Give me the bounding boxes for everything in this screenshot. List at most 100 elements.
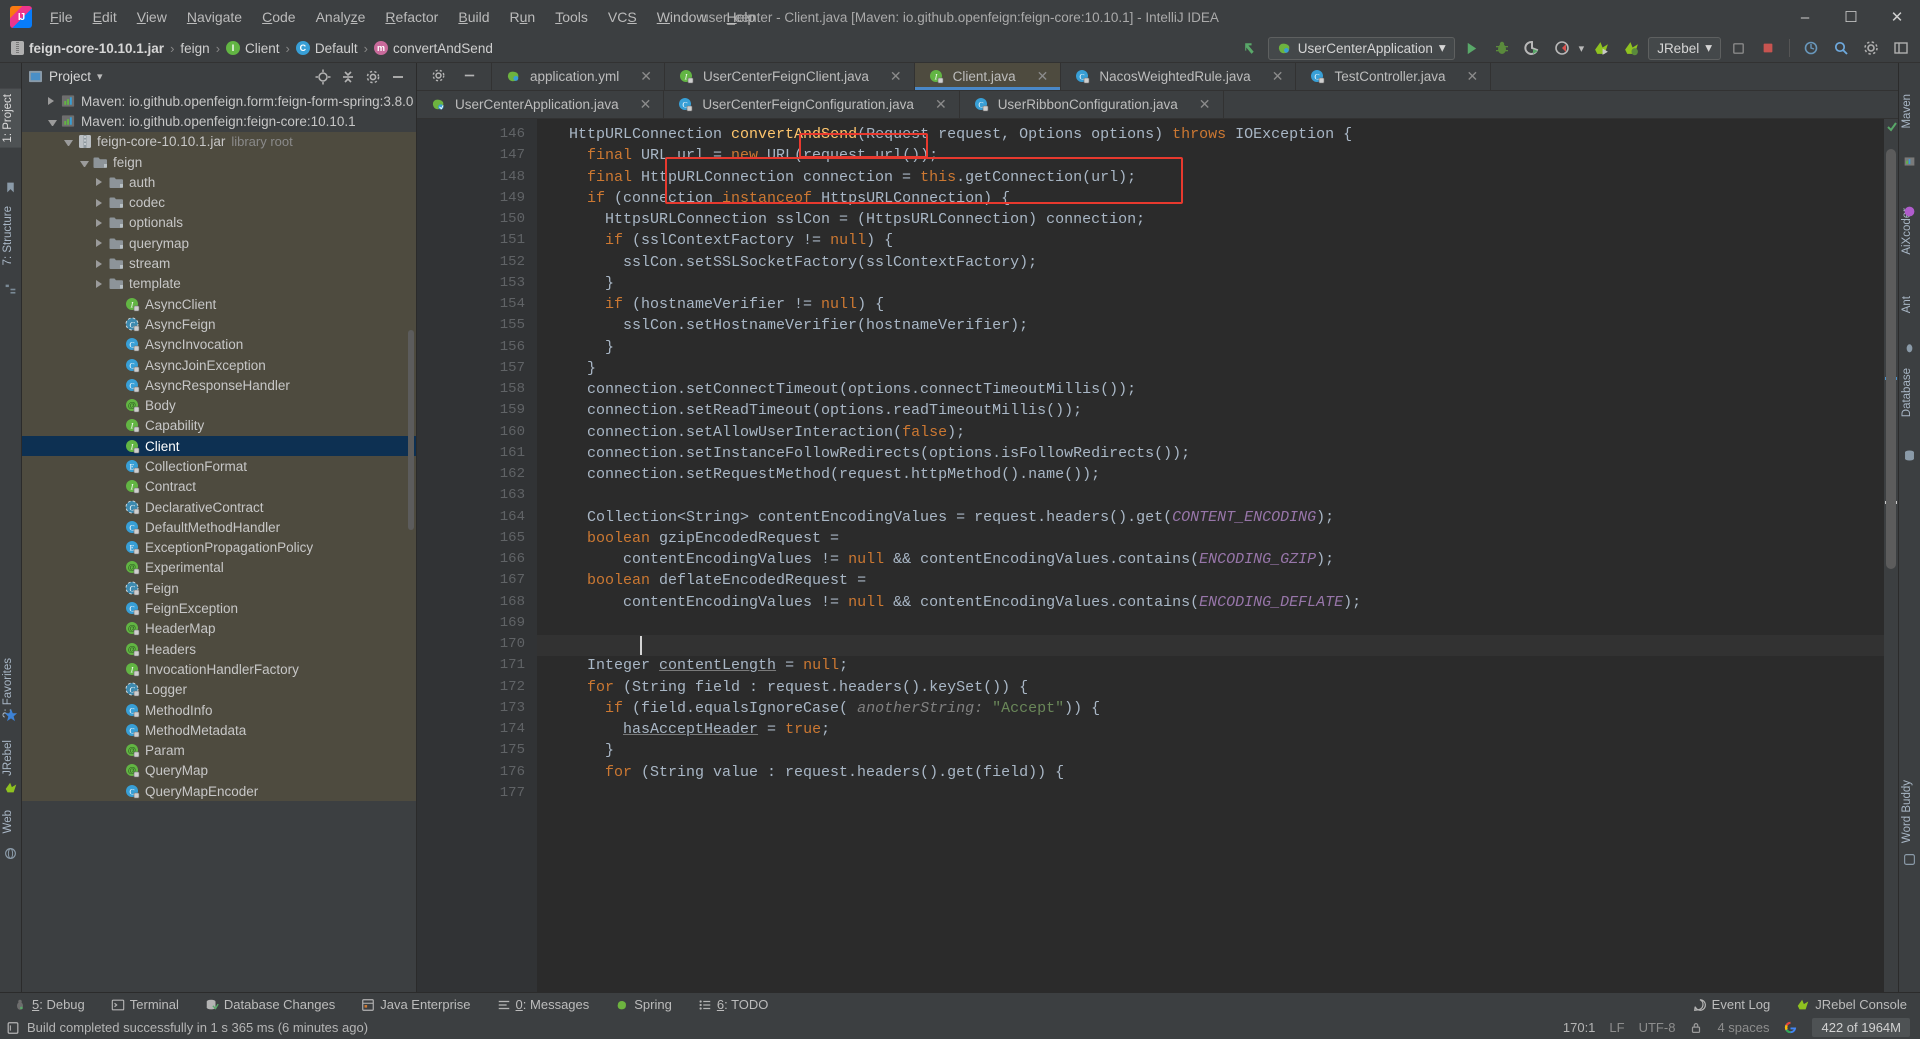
bottom-tab-event-log[interactable]: Event Log — [1680, 997, 1784, 1012]
bottom-tab-java-enterprise[interactable]: Java Enterprise — [348, 997, 483, 1012]
editor-tab-client-java[interactable]: I Client.java ✕ — [914, 63, 1062, 90]
maximize-button[interactable]: ☐ — [1828, 0, 1874, 34]
bottom-tab-5-debug[interactable]: 5: Debug — [0, 997, 98, 1012]
bottom-tab-terminal[interactable]: Terminal — [98, 997, 192, 1012]
editor-tab-nacosweightedrule-java[interactable]: C NacosWeightedRule.java ✕ — [1061, 63, 1297, 90]
menu-view[interactable]: View — [127, 5, 177, 29]
editor-scrollbar[interactable] — [1884, 119, 1898, 992]
sidebar-item-maven[interactable]: Maven — [1898, 89, 1920, 134]
close-icon[interactable]: ✕ — [640, 96, 652, 113]
line-number[interactable]: 164 — [417, 507, 537, 528]
line-number[interactable]: 175 — [417, 740, 537, 761]
chevron-right-icon[interactable] — [96, 259, 105, 268]
tree-node-feign[interactable]: feign — [22, 151, 416, 173]
hide-panel-icon[interactable] — [390, 69, 406, 85]
line-number[interactable]: 149 — [417, 188, 537, 209]
read-only-lock-icon[interactable] — [1689, 1021, 1703, 1035]
tree-node-asyncresponsehandler[interactable]: C AsyncResponseHandler — [22, 375, 416, 396]
layout-icon[interactable] — [1888, 36, 1914, 60]
line-number[interactable]: 152 — [417, 252, 543, 273]
tree-node-template[interactable]: template — [22, 273, 416, 294]
tree-node-declarativecontract[interactable]: C DeclarativeContract — [22, 496, 416, 518]
line-number[interactable]: 168 — [417, 592, 537, 613]
line-number[interactable]: 156 — [417, 337, 537, 358]
jrebel-selector[interactable]: JRebel ▾ — [1648, 36, 1721, 60]
tree-node-asyncjoinexception[interactable]: C AsyncJoinException — [22, 354, 416, 376]
tree-node-collectionformat[interactable]: E CollectionFormat — [22, 456, 416, 477]
google-icon[interactable] — [1783, 1020, 1798, 1035]
tree-node-capability[interactable]: I Capability — [22, 415, 416, 437]
sidebar-item-jrebel[interactable]: JRebel — [0, 735, 21, 781]
editor-tab-userribbonconfiguration-java[interactable]: C UserRibbonConfiguration.java ✕ — [960, 91, 1224, 118]
tree-node-headers[interactable]: @ Headers — [22, 639, 416, 660]
editor-tab-row-1[interactable]: application.yml ✕ I UserCenterFeignClient.j… — [417, 63, 1898, 91]
run-configuration-selector[interactable]: UserCenterApplication ▾ — [1267, 36, 1455, 60]
tree-node-defaultmethodhandler[interactable]: C DefaultMethodHandler — [22, 517, 416, 538]
menu-refactor[interactable]: Refactor — [375, 5, 448, 29]
search-everywhere-icon[interactable] — [1828, 36, 1854, 60]
line-number[interactable]: 146 — [417, 124, 537, 145]
menu-build[interactable]: Build — [448, 5, 499, 29]
editor-tab-usercenterfeignclient-java[interactable]: I UserCenterFeignClient.java ✕ — [665, 63, 915, 90]
line-number[interactable]: 170 — [417, 634, 537, 655]
tree-node-querymapencoder[interactable]: C QueryMapEncoder — [22, 781, 416, 802]
line-number[interactable]: 163 — [417, 485, 537, 506]
tree-node-querymap[interactable]: querymap — [22, 233, 416, 254]
menu-help[interactable]: Help — [717, 5, 766, 29]
stop-button[interactable] — [1755, 36, 1781, 60]
line-number[interactable]: 159 — [417, 400, 537, 421]
run-with-coverage-button[interactable] — [1519, 36, 1545, 60]
line-number[interactable]: 162 — [417, 464, 537, 485]
collapse-all-icon[interactable] — [340, 69, 356, 85]
menu-analyze[interactable]: Analyze — [306, 5, 376, 29]
debug-button[interactable] — [1489, 36, 1515, 60]
breadcrumb-jar[interactable]: feign-core-10.10.1.jar — [8, 40, 167, 57]
close-icon[interactable]: ✕ — [640, 68, 652, 85]
line-number[interactable]: 157 — [417, 358, 543, 379]
close-icon[interactable]: ✕ — [1467, 68, 1479, 85]
code-editor[interactable]: 146 147 148 149 150 151 152 153 154 155 156 157 158 1… — [417, 119, 1898, 992]
line-number[interactable]: 165 — [417, 528, 537, 549]
menu-tools[interactable]: Tools — [545, 5, 598, 29]
line-number[interactable]: 153 — [417, 273, 537, 294]
line-number[interactable]: 171 — [417, 655, 537, 676]
settings-gear-icon[interactable] — [431, 68, 446, 86]
chevron-down-icon[interactable] — [48, 119, 57, 126]
sidebar-item-word-buddy[interactable]: Word Buddy — [1898, 775, 1920, 848]
code-text-area[interactable]: HttpURLConnection convertAndSend(Request… — [537, 119, 1898, 992]
bottom-tab-jrebel-console[interactable]: JRebel Console — [1783, 997, 1920, 1012]
sidebar-item-project[interactable]: 1: Project — [0, 89, 21, 148]
line-number[interactable]: 158 — [417, 379, 543, 400]
chevron-right-icon[interactable] — [48, 97, 57, 106]
tree-node-optionals[interactable]: optionals — [22, 212, 416, 234]
chevron-right-icon[interactable] — [96, 198, 105, 207]
update-application-icon[interactable] — [1798, 36, 1824, 60]
minimize-button[interactable]: – — [1782, 0, 1828, 34]
chevron-down-icon[interactable]: ▾ — [1579, 42, 1585, 55]
tree-node-maven-io-github-openfeign-form-feign-form-spring-3-8-0[interactable]: Maven: io.github.openfeign.form:feign-fo… — [22, 91, 416, 111]
editor-tab-usercenterfeignconfiguration-java[interactable]: C UserCenterFeignConfiguration.java ✕ — [664, 91, 960, 118]
caret-position[interactable]: 170:1 — [1563, 1020, 1596, 1035]
line-number[interactable]: 161 — [417, 443, 537, 464]
inspection-ok-icon[interactable] — [1886, 121, 1897, 132]
sidebar-item-ant[interactable]: Ant — [1898, 291, 1920, 318]
breadcrumb-class[interactable]: I Client — [223, 40, 283, 57]
tree-node-logger[interactable]: C Logger — [22, 679, 416, 700]
tree-node-param[interactable]: @ Param — [22, 740, 416, 761]
settings-gear-icon[interactable] — [1858, 36, 1884, 60]
line-number[interactable]: 173 — [417, 698, 543, 719]
tree-node-asyncfeign[interactable]: C AsyncFeign — [22, 314, 416, 335]
attach-profiler-icon[interactable] — [1725, 36, 1751, 60]
tree-node-contract[interactable]: I Contract — [22, 476, 416, 497]
jrebel-debug-button[interactable] — [1618, 36, 1644, 60]
locate-icon[interactable] — [315, 69, 331, 85]
editor-tab-usercenterapplication-java[interactable]: UserCenterApplication.java ✕ — [417, 91, 665, 118]
menu-vcs[interactable]: VCS — [598, 5, 647, 29]
tree-node-maven-io-github-openfeign-feign-core-10-10-1[interactable]: Maven: io.github.openfeign:feign-core:10… — [22, 111, 416, 131]
chevron-down-icon[interactable] — [64, 140, 73, 147]
editor-scrollbar-thumb[interactable] — [1886, 149, 1896, 569]
tree-node-feign-core-10-10-1-jar[interactable]: feign-core-10.10.1.jar library root — [22, 131, 416, 152]
tree-node-feignexception[interactable]: C FeignException — [22, 598, 416, 619]
line-number-gutter[interactable]: 146 147 148 149 150 151 152 153 154 155 156 157 158 1… — [417, 119, 543, 992]
tree-node-auth[interactable]: auth — [22, 172, 416, 193]
